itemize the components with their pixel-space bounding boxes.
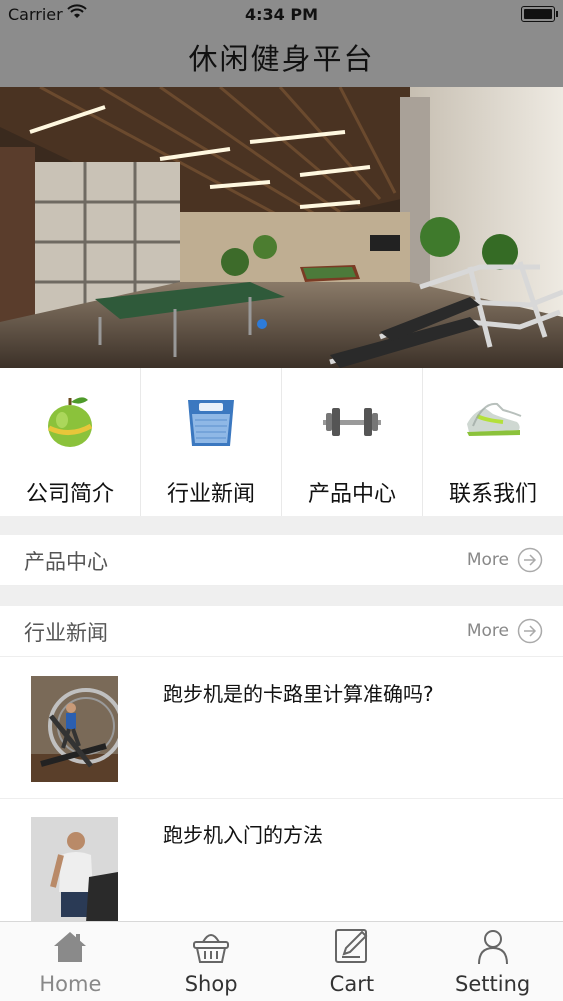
treadmill-runner-image [31, 817, 118, 923]
products-section-header: 产品中心 More [0, 535, 563, 586]
battery-icon [521, 6, 558, 22]
home-icon [54, 932, 87, 962]
quick-menu: 公司简介 行业新闻 产品中心 联系我们 [0, 368, 563, 516]
news-section-header: 行业新闻 More [0, 606, 563, 657]
section-divider [0, 516, 563, 535]
user-icon [477, 930, 508, 965]
arrow-right-circle-icon [517, 618, 543, 644]
menu-industry-news[interactable]: 行业新闻 [141, 368, 282, 516]
menu-label: 产品中心 [307, 482, 396, 507]
edit-icon [334, 929, 368, 963]
page-title: 休闲健身平台 [188, 42, 375, 76]
tab-label: Home [39, 972, 102, 996]
menu-label: 公司简介 [25, 482, 114, 507]
section-title: 产品中心 [24, 550, 108, 574]
hero-banner[interactable] [0, 87, 563, 368]
tab-label: Cart [329, 972, 375, 996]
news-headline: 跑步机入门的方法 [163, 823, 323, 847]
treadmill-runner-image [31, 676, 118, 782]
menu-label: 联系我们 [448, 482, 537, 507]
status-bar: Carrier 4:34 PM [0, 0, 563, 30]
news-more-button[interactable]: More [467, 618, 543, 644]
tab-cart[interactable]: Cart [282, 922, 423, 1001]
apple-tape-icon [47, 397, 93, 447]
tab-bar: Home Shop Cart Setting [0, 921, 563, 1001]
tab-label: Shop [184, 972, 238, 996]
dumbbell-icon [323, 408, 381, 436]
tab-setting[interactable]: Setting [422, 922, 563, 1001]
menu-product-center[interactable]: 产品中心 [282, 368, 423, 516]
more-label: More [466, 550, 509, 570]
tab-shop[interactable]: Shop [141, 922, 282, 1001]
scale-icon [188, 400, 234, 446]
menu-company-intro[interactable]: 公司简介 [0, 368, 141, 516]
news-headline: 跑步机是的卡路里计算准确吗? [163, 682, 434, 706]
news-thumbnail [31, 817, 118, 923]
clock: 4:34 PM [244, 5, 318, 24]
gym-banner-image [0, 87, 563, 368]
news-thumbnail [31, 676, 118, 782]
news-item[interactable]: 跑步机入门的方法 [0, 799, 563, 940]
news-item[interactable]: 跑步机是的卡路里计算准确吗? [0, 658, 563, 799]
tab-home[interactable]: Home [0, 922, 141, 1001]
menu-contact-us[interactable]: 联系我们 [423, 368, 563, 516]
basket-icon [193, 934, 230, 963]
menu-label: 行业新闻 [166, 482, 255, 507]
arrow-right-circle-icon [517, 547, 543, 573]
section-title: 行业新闻 [24, 621, 108, 645]
top-bar: Carrier 4:34 PM 休闲健身平台 [0, 0, 563, 87]
more-label: More [466, 621, 509, 641]
section-divider [0, 586, 563, 606]
tab-label: Setting [455, 972, 531, 996]
sneaker-icon [467, 402, 522, 436]
products-more-button[interactable]: More [467, 547, 543, 573]
